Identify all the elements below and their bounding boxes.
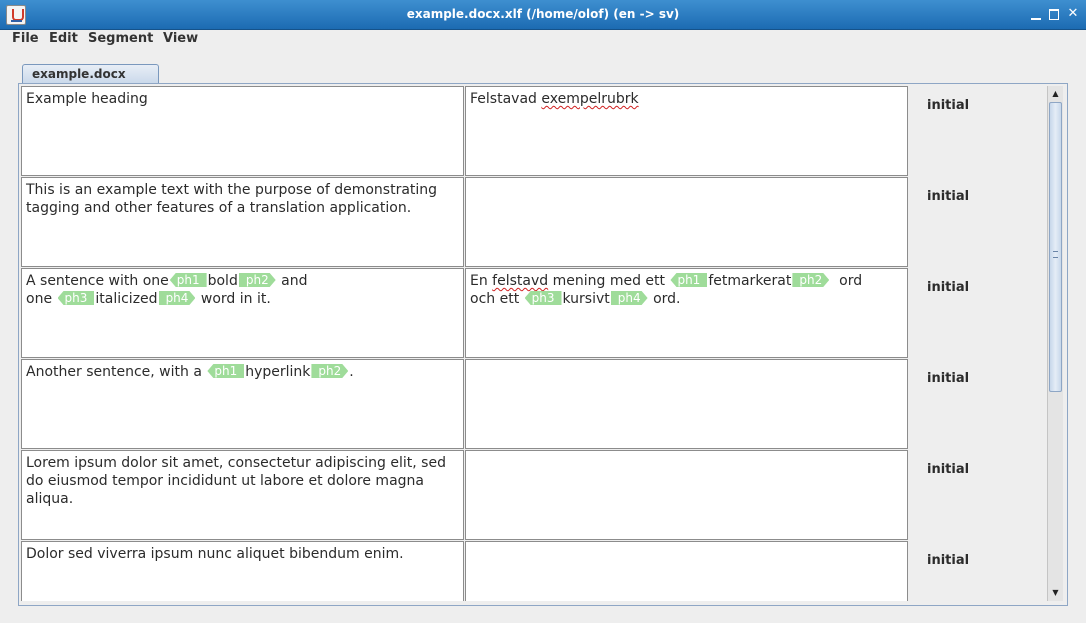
tag-ph2[interactable]: ph2	[311, 364, 348, 378]
window-title: example.docx.xlf (/home/olof) (en -> sv)	[406, 7, 680, 21]
tag-ph3[interactable]: ph3	[524, 291, 562, 305]
source-text: hyperlink	[245, 364, 311, 380]
source-cell[interactable]: This is an example text with the purpose…	[21, 177, 464, 267]
maximize-button[interactable]	[1046, 6, 1062, 22]
source-cell[interactable]: A sentence with one ph1 bold ph2 and one ph3…	[21, 268, 464, 358]
target-text: fetmarkerat	[708, 273, 792, 289]
vertical-scrollbar[interactable]: ▲ ▼	[1047, 86, 1063, 601]
source-text: and	[281, 273, 308, 289]
target-text: kursivt	[562, 291, 610, 307]
scroll-thumb[interactable]	[1049, 102, 1062, 392]
source-text: bold	[207, 273, 238, 289]
misspelled-word: felstavd	[492, 273, 549, 289]
segment-row: Example heading Felstavad exempelrubrk i…	[20, 86, 1047, 177]
target-text: ord	[839, 273, 863, 289]
target-cell[interactable]	[465, 450, 908, 540]
tag-ph1[interactable]: ph1	[169, 273, 207, 287]
target-cell[interactable]	[465, 541, 908, 601]
scroll-up-arrow-icon[interactable]: ▲	[1048, 87, 1063, 101]
minimize-button[interactable]	[1028, 6, 1044, 22]
menu-bar: File Edit Segment View	[0, 30, 1086, 48]
segment-row: Another sentence, with a ph1 hyperlink ph2…	[20, 359, 1047, 450]
tag-ph2[interactable]: ph2	[239, 273, 276, 287]
source-text: one	[26, 291, 53, 307]
target-text: mening med ett	[552, 273, 665, 289]
source-text: Another sentence, with a	[26, 364, 202, 380]
source-text: word in it.	[200, 291, 271, 307]
close-button[interactable]: ✕	[1065, 6, 1081, 22]
status-label: initial	[927, 280, 970, 295]
segment-row: Lorem ipsum dolor sit amet, consectetur …	[20, 450, 1047, 541]
segment-row: Dolor sed viverra ipsum nunc aliquet bib…	[20, 541, 1047, 601]
segment-row: This is an example text with the purpose…	[20, 177, 1047, 268]
source-text: italicized	[95, 291, 158, 307]
target-cell[interactable]: Felstavad exempelrubrk	[465, 86, 908, 176]
target-text: och ett	[470, 291, 520, 307]
title-bar: example.docx.xlf (/home/olof) (en -> sv)…	[0, 0, 1086, 30]
status-label: initial	[927, 371, 970, 386]
scroll-down-arrow-icon[interactable]: ▼	[1048, 586, 1063, 600]
menu-segment[interactable]: Segment	[88, 31, 153, 46]
target-cell[interactable]	[465, 359, 908, 449]
target-cell[interactable]: En felstavd mening med ett ph1 fetmarkera…	[465, 268, 908, 358]
tag-ph1[interactable]: ph1	[670, 273, 708, 287]
target-text: En	[470, 273, 488, 289]
segment-row: A sentence with one ph1 bold ph2 and one ph3…	[20, 268, 1047, 359]
source-cell[interactable]: Another sentence, with a ph1 hyperlink ph2…	[21, 359, 464, 449]
source-cell[interactable]: Dolor sed viverra ipsum nunc aliquet bib…	[21, 541, 464, 601]
target-cell[interactable]	[465, 177, 908, 267]
source-cell[interactable]: Example heading	[21, 86, 464, 176]
status-label: initial	[927, 98, 970, 113]
target-word: Felstavad	[470, 91, 537, 107]
tag-ph4[interactable]: ph4	[159, 291, 196, 305]
status-label: initial	[927, 189, 970, 204]
source-cell[interactable]: Lorem ipsum dolor sit amet, consectetur …	[21, 450, 464, 540]
source-text: .	[349, 364, 354, 380]
menu-view[interactable]: View	[163, 31, 198, 46]
target-text: ord.	[653, 291, 681, 307]
source-text: A sentence with one	[26, 273, 169, 289]
tag-ph4[interactable]: ph4	[611, 291, 648, 305]
tag-ph3[interactable]: ph3	[57, 291, 95, 305]
tab-example-docx[interactable]: example.docx (1)	[22, 64, 159, 99]
misspelled-word: exempelrubrk	[541, 91, 639, 107]
menu-file[interactable]: File	[12, 31, 39, 46]
segment-table: Example heading Felstavad exempelrubrk i…	[20, 86, 1047, 601]
menu-edit[interactable]: Edit	[49, 31, 78, 46]
tag-ph1[interactable]: ph1	[207, 364, 245, 378]
tag-ph2[interactable]: ph2	[792, 273, 829, 287]
status-label: initial	[927, 553, 970, 568]
status-label: initial	[927, 462, 970, 477]
